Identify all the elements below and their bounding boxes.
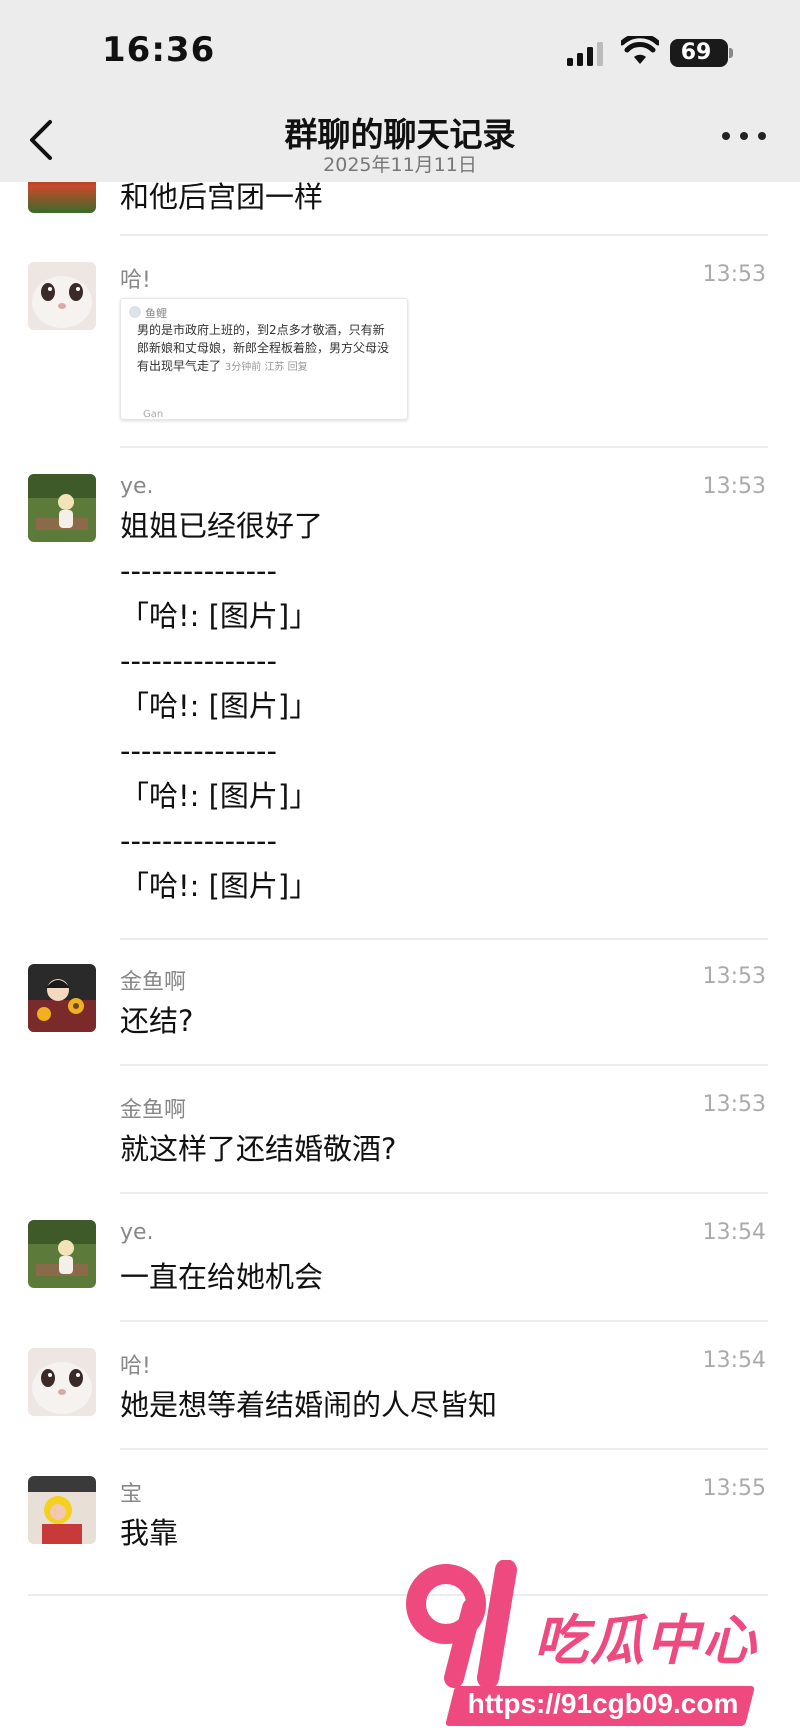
wifi-icon bbox=[621, 36, 659, 64]
message-text: 一直在给她机会 bbox=[120, 1260, 324, 1294]
message-item: 金鱼啊 13:53 就这样了还结婚敬酒? bbox=[0, 1080, 800, 1200]
more-options-icon[interactable] bbox=[722, 132, 766, 146]
page-subtitle: 2025年11月11日 bbox=[323, 154, 477, 176]
cat-face-icon bbox=[28, 262, 96, 330]
watermark-logo-91 bbox=[406, 1560, 517, 1689]
sender-name: 哈! bbox=[120, 1354, 151, 1379]
watermark-url: https://91cgb09.com bbox=[467, 1688, 739, 1719]
quote-line: 「哈!: [图片]」 bbox=[120, 869, 319, 903]
message-time: 13:54 bbox=[702, 1220, 766, 1245]
quote-line: --------------- bbox=[120, 824, 277, 858]
message-text: 我靠 bbox=[120, 1516, 179, 1550]
message-item: ye. 13:53 姐姐已经很好了 --------------- 「哈!: [… bbox=[0, 462, 800, 942]
cellular-signal-icon bbox=[567, 42, 603, 66]
watermark-brand: 吃瓜中心 bbox=[534, 1609, 758, 1672]
message-divider bbox=[120, 1320, 768, 1322]
avatar-cartoon[interactable] bbox=[28, 964, 96, 1032]
sender-name: 哈! bbox=[120, 268, 151, 293]
battery-level: 69 bbox=[680, 40, 712, 65]
message-item: ye. 13:54 一直在给她机会 bbox=[0, 1208, 800, 1328]
sender-name: 金鱼啊 bbox=[120, 1098, 187, 1123]
avatar-child[interactable] bbox=[28, 1476, 96, 1544]
message-divider bbox=[120, 938, 768, 940]
quote-line: 「哈!: [图片]」 bbox=[120, 779, 319, 813]
status-time: 16:36 bbox=[102, 30, 216, 70]
quote-line: 姐姐已经很好了 bbox=[120, 509, 324, 543]
avatar-cat[interactable] bbox=[28, 262, 96, 330]
child-photo-icon bbox=[28, 1476, 96, 1544]
message-divider bbox=[120, 1448, 768, 1450]
message-item: 哈! 13:53 鱼鲤 男的是市政府上班的，到2点多才敬酒，只有新郎新娘和丈母娘… bbox=[0, 250, 800, 450]
sender-name: 金鱼啊 bbox=[120, 970, 187, 995]
message-time: 13:53 bbox=[702, 964, 766, 989]
page-title: 群聊的聊天记录 bbox=[284, 115, 516, 154]
cat-face-icon bbox=[28, 1348, 96, 1416]
cartoon-sunflower-icon bbox=[28, 964, 96, 1032]
message-divider bbox=[120, 446, 768, 448]
message-text: 她是想等着结婚闹的人尽皆知 bbox=[120, 1388, 498, 1422]
image-comment-meta: 3分钟前 江苏 回复 bbox=[224, 362, 308, 373]
message-time: 13:55 bbox=[702, 1476, 766, 1501]
avatar-person[interactable] bbox=[28, 1220, 96, 1288]
message-item: 金鱼啊 13:53 还结? bbox=[0, 952, 800, 1072]
back-chevron-icon[interactable] bbox=[24, 118, 60, 162]
battery-nub bbox=[729, 48, 733, 58]
person-outdoor-icon bbox=[28, 1220, 96, 1288]
quote-line: --------------- bbox=[120, 734, 277, 768]
message-image[interactable]: 鱼鲤 男的是市政府上班的，到2点多才敬酒，只有新郎新娘和丈母娘，新郎全程板着脸，… bbox=[120, 298, 408, 420]
message-divider bbox=[120, 234, 768, 236]
sender-name: ye. bbox=[120, 474, 154, 499]
image-next-user: Gan bbox=[143, 409, 164, 420]
message-text: 就这样了还结婚敬酒? bbox=[120, 1132, 397, 1166]
message-time: 13:53 bbox=[702, 1092, 766, 1117]
avatar-cat[interactable] bbox=[28, 1348, 96, 1416]
sender-name: 宝 bbox=[120, 1482, 143, 1507]
message-time: 13:54 bbox=[702, 1348, 766, 1373]
message-divider bbox=[120, 1192, 768, 1194]
image-user-avatar bbox=[129, 306, 141, 318]
battery-icon: 69 bbox=[670, 39, 728, 67]
message-time: 13:53 bbox=[702, 474, 766, 499]
image-user-name: 鱼鲤 bbox=[145, 307, 167, 320]
person-outdoor-icon bbox=[28, 474, 96, 542]
top-bar: 16:36 69 群聊的聊天记录 2025年11月11日 bbox=[0, 0, 800, 182]
quote-line: --------------- bbox=[120, 554, 277, 588]
watermark: 吃瓜中心 https://91cgb09.com bbox=[402, 1560, 782, 1730]
quote-line: 「哈!: [图片]」 bbox=[120, 689, 319, 723]
quote-line: --------------- bbox=[120, 644, 277, 678]
image-comment-text: 男的是市政府上班的，到2点多才敬酒，只有新郎新娘和丈母娘，新郎全程板着脸，男方父… bbox=[137, 323, 390, 373]
message-divider bbox=[120, 1064, 768, 1066]
message-time: 13:53 bbox=[702, 262, 766, 287]
message-text: 还结? bbox=[120, 1004, 194, 1038]
avatar-person[interactable] bbox=[28, 474, 96, 542]
sender-name: ye. bbox=[120, 1220, 154, 1245]
message-item: 哈! 13:54 她是想等着结婚闹的人尽皆知 bbox=[0, 1336, 800, 1456]
message-text: 姐姐已经很好了 --------------- 「哈!: [图片]」 -----… bbox=[120, 504, 323, 909]
quote-line: 「哈!: [图片]」 bbox=[120, 599, 319, 633]
